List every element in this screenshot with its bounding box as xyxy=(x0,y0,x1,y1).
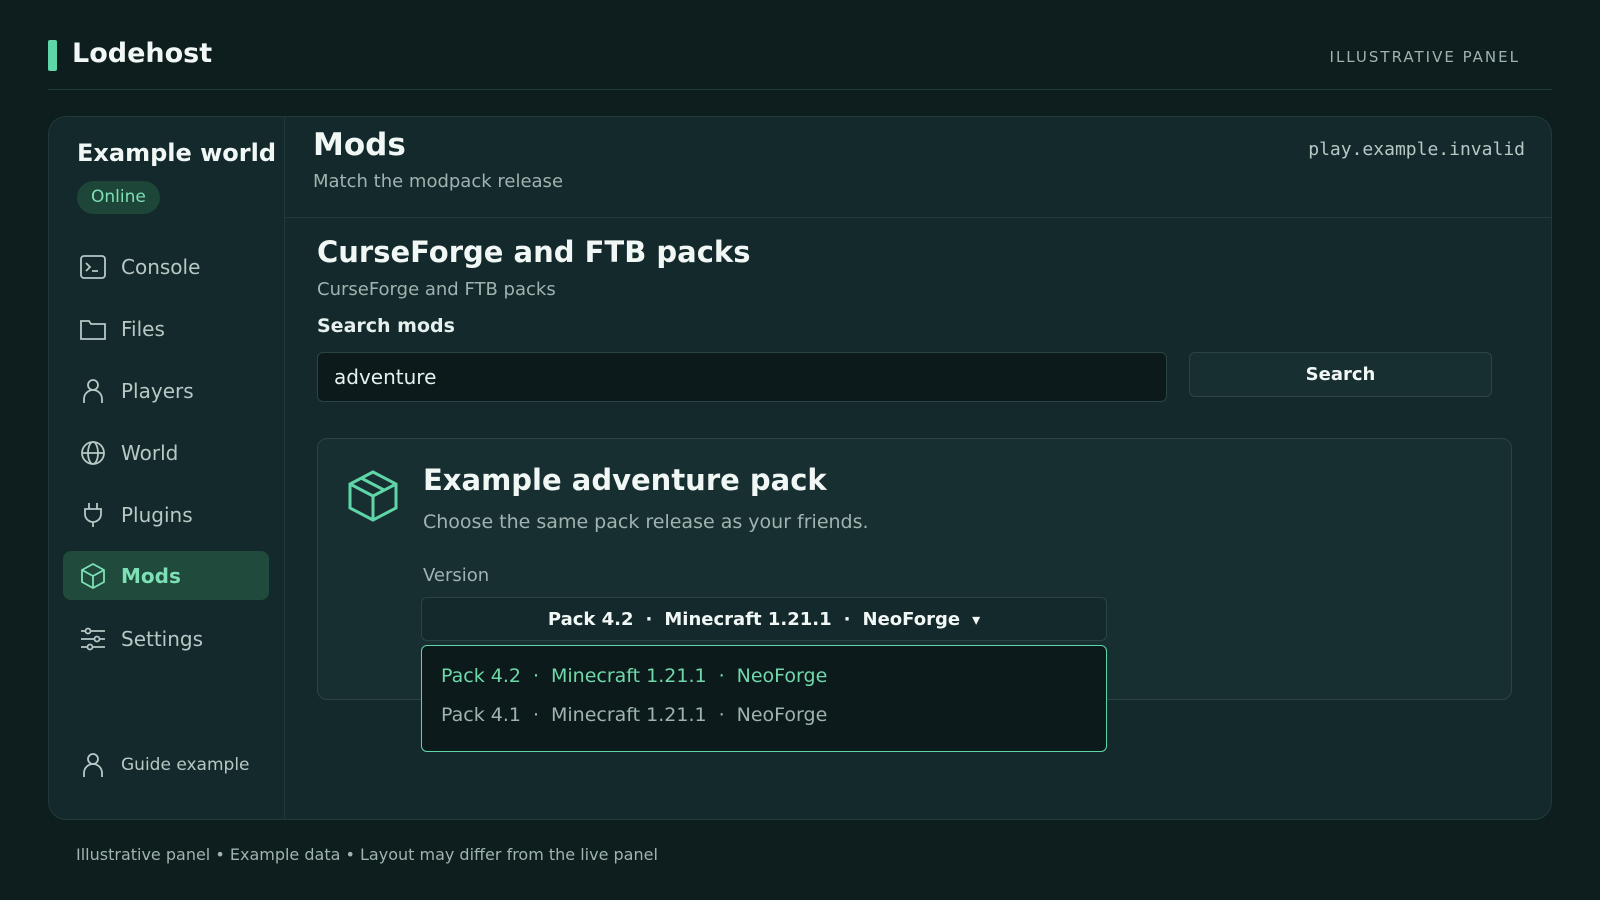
version-loader: NeoForge xyxy=(862,608,961,630)
version-label: Version xyxy=(423,565,490,586)
sidebar-item-players[interactable]: Players xyxy=(63,366,269,415)
version-select[interactable]: Pack 4.2 · Minecraft 1.21.1 · NeoForge ▾ xyxy=(421,597,1107,641)
user-name: Guide example xyxy=(121,755,250,775)
separator: · xyxy=(718,703,725,726)
version-minecraft: Minecraft 1.21.1 xyxy=(664,608,832,630)
option-pack: Pack 4.2 xyxy=(441,664,521,687)
separator: · xyxy=(843,608,851,630)
version-option[interactable]: Pack 4.2 · Minecraft 1.21.1 · NeoForge xyxy=(422,656,1106,695)
footer-note: Illustrative panel • Example data • Layo… xyxy=(76,845,658,864)
chevron-down-icon: ▾ xyxy=(972,609,981,629)
version-pack: Pack 4.2 xyxy=(547,608,634,630)
option-minecraft: Minecraft 1.21.1 xyxy=(551,703,707,726)
sidebar-item-label: Console xyxy=(121,254,201,279)
sidebar-item-label: Players xyxy=(121,378,194,403)
folder-icon xyxy=(79,315,107,343)
sidebar-item-console[interactable]: Console xyxy=(63,242,269,291)
version-dropdown-menu: Pack 4.2 · Minecraft 1.21.1 · NeoForge P… xyxy=(421,645,1107,752)
option-minecraft: Minecraft 1.21.1 xyxy=(551,664,707,687)
sidebar-item-mods[interactable]: Mods xyxy=(63,551,269,600)
status-badge: Online xyxy=(77,181,160,214)
terminal-icon xyxy=(79,253,107,281)
sidebar-item-settings[interactable]: Settings xyxy=(63,614,269,663)
separator: · xyxy=(645,608,653,630)
sliders-icon xyxy=(79,625,107,653)
world-name: Example world xyxy=(77,139,277,167)
search-button[interactable]: Search xyxy=(1189,352,1492,397)
separator: · xyxy=(532,703,539,726)
sidebar: Example world Online Console Files Playe… xyxy=(49,117,285,819)
page-title: Mods xyxy=(313,127,406,163)
option-pack: Pack 4.1 xyxy=(441,703,521,726)
globe-icon xyxy=(79,439,107,467)
section-title: CurseForge and FTB packs xyxy=(317,235,751,269)
brand-mark xyxy=(48,40,57,71)
separator: · xyxy=(718,664,725,687)
version-option[interactable]: Pack 4.1 · Minecraft 1.21.1 · NeoForge xyxy=(422,695,1106,734)
cube-icon xyxy=(346,469,400,523)
user-account[interactable]: Guide example xyxy=(63,745,269,785)
sidebar-item-files[interactable]: Files xyxy=(63,304,269,353)
pack-description: Choose the same pack release as your fri… xyxy=(423,511,869,533)
sidebar-item-label: Settings xyxy=(121,626,204,651)
separator: · xyxy=(532,664,539,687)
search-input[interactable] xyxy=(317,352,1167,402)
panel-label: ILLUSTRATIVE PANEL xyxy=(1329,48,1520,66)
user-icon xyxy=(79,377,107,405)
main-panel: Example world Online Console Files Playe… xyxy=(48,116,1552,820)
page-subtitle: Match the modpack release xyxy=(313,171,564,192)
section-subtitle: CurseForge and FTB packs xyxy=(317,279,556,300)
sidebar-item-world[interactable]: World xyxy=(63,428,269,477)
sidebar-item-label: Mods xyxy=(121,563,181,588)
sidebar-item-label: Files xyxy=(121,316,165,341)
option-loader: NeoForge xyxy=(736,703,828,726)
option-loader: NeoForge xyxy=(736,664,828,687)
search-label: Search mods xyxy=(317,315,455,337)
pack-title: Example adventure pack xyxy=(423,463,827,497)
brand-name[interactable]: Lodehost xyxy=(72,38,212,69)
cube-icon xyxy=(79,562,107,590)
server-address[interactable]: play.example.invalid xyxy=(1308,139,1525,160)
sidebar-item-plugins[interactable]: Plugins xyxy=(63,490,269,539)
sidebar-item-label: Plugins xyxy=(121,502,193,527)
top-bar: Lodehost ILLUSTRATIVE PANEL xyxy=(48,28,1552,90)
sidebar-item-label: World xyxy=(121,440,179,465)
plug-icon xyxy=(79,501,107,529)
content-header: Mods Match the modpack release play.exam… xyxy=(285,117,1551,218)
user-icon xyxy=(79,751,107,779)
